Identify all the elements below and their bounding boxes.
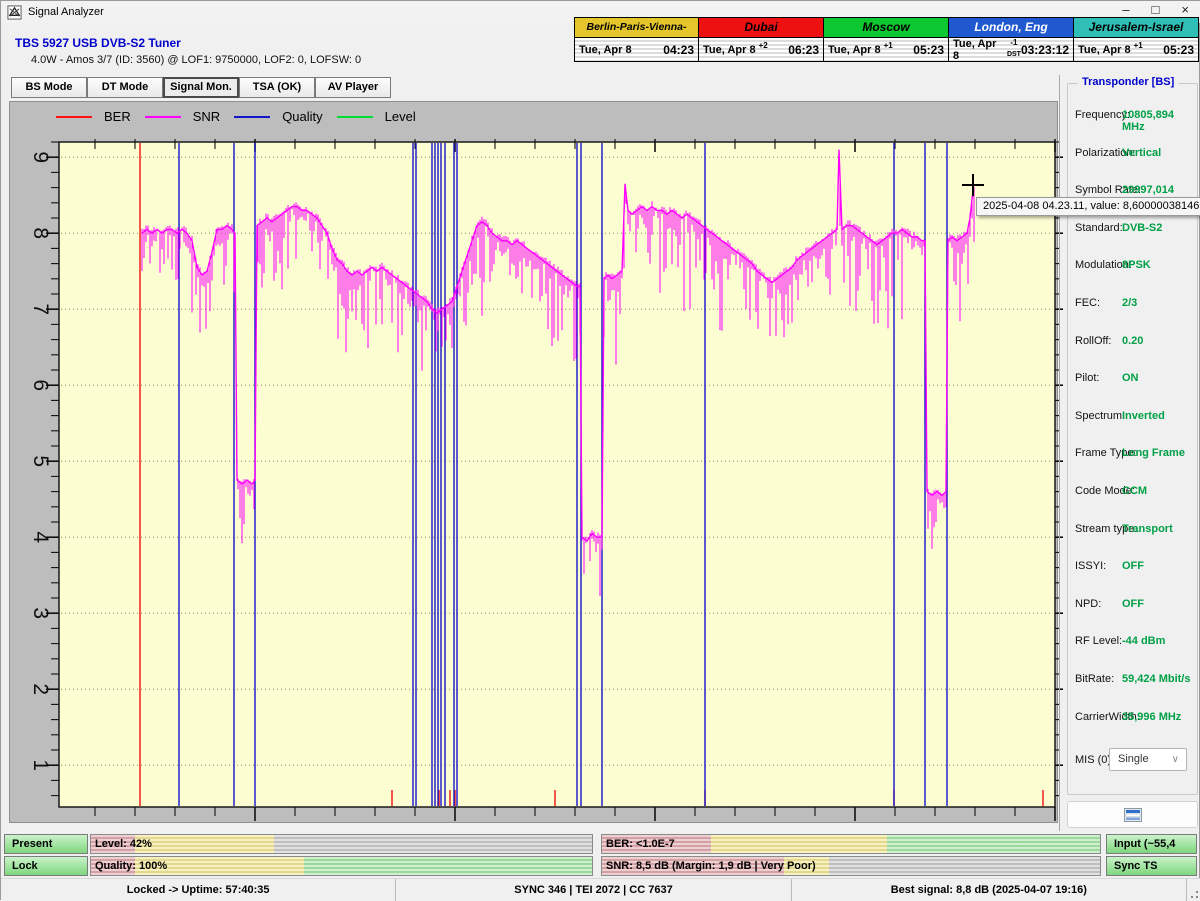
field-issyi: ISSYI:OFF bbox=[1068, 557, 1197, 595]
clock-city-label: Moscow bbox=[824, 18, 948, 38]
sync-status: SYNC 346 | TEI 2072 | CC 7637 bbox=[396, 879, 791, 901]
field-rolloff: RollOff:0.20 bbox=[1068, 332, 1197, 370]
transponder-title: Transponder [BS] bbox=[1078, 76, 1178, 88]
clock-time: 06:23 bbox=[788, 43, 819, 57]
snr-plot[interactable]: 123456789 bbox=[10, 102, 1059, 824]
best-signal-status: Best signal: 8,8 dB (2025-04-07 19:16) bbox=[792, 879, 1187, 901]
clock-date: Tue, Apr 8 bbox=[703, 44, 756, 56]
field-stream-type: Stream type:Transport bbox=[1068, 520, 1197, 558]
level-bar: Level: 42% bbox=[90, 834, 593, 854]
status-bar: Locked -> Uptime: 57:40:35 SYNC 346 | TE… bbox=[1, 878, 1200, 901]
panel-divider bbox=[1059, 75, 1060, 831]
mis-select[interactable]: Single ∨ bbox=[1109, 748, 1187, 771]
clock-city-label: Berlin-Paris-Vienna-Roma bbox=[575, 18, 698, 38]
tab-tsa[interactable]: TSA (OK) bbox=[239, 77, 315, 98]
field-polarization: Polarization:Vertical bbox=[1068, 144, 1197, 182]
quality-bar: Quality: 100% bbox=[90, 856, 593, 876]
clock-city-label: Dubai bbox=[699, 18, 823, 38]
clock-time: 05:23 bbox=[1163, 43, 1194, 57]
stream-list-icon bbox=[1124, 808, 1142, 822]
tuner-title: TBS 5927 USB DVB-S2 Tuner bbox=[15, 36, 181, 50]
tab-av-player[interactable]: AV Player bbox=[315, 77, 391, 98]
mis-row: MIS (0): Single ∨ bbox=[1068, 746, 1197, 776]
field-modulation: Modulation:8PSK bbox=[1068, 256, 1197, 294]
field-standard: Standard:DVB-S2 bbox=[1068, 219, 1197, 257]
lock-badge: Lock bbox=[4, 856, 88, 876]
clock-date: Tue, Apr 8 bbox=[953, 38, 1004, 62]
field-rf-level: RF Level:-44 dBm bbox=[1068, 632, 1197, 670]
stream-list-button[interactable] bbox=[1067, 801, 1198, 828]
clock-utc-offset: -1 bbox=[1010, 39, 1017, 46]
field-code-mode: Code Mode:CCM bbox=[1068, 482, 1197, 520]
field-fec: FEC:2/3 bbox=[1068, 294, 1197, 332]
clock-city-label: Jerusalem-Israel bbox=[1074, 18, 1198, 38]
clock-utc-offset: +1 bbox=[1134, 42, 1143, 49]
app-icon bbox=[7, 5, 22, 20]
field-npd: NPD:OFF bbox=[1068, 595, 1197, 633]
crosshair-cursor bbox=[972, 174, 974, 196]
tab-dt-mode[interactable]: DT Mode bbox=[87, 77, 163, 98]
tab-bs-mode[interactable]: BS Mode bbox=[11, 77, 87, 98]
clock-utc-offset: +2 bbox=[759, 42, 768, 49]
present-badge: Present bbox=[4, 834, 88, 854]
clock-time: 04:23 bbox=[663, 43, 694, 57]
chevron-down-icon: ∨ bbox=[1172, 749, 1179, 770]
signal-chart-panel: BER SNR Quality Level 123456789 bbox=[9, 101, 1058, 823]
monitor-row-1: Present Level: 42% BER: <1.0E-7 Input (~… bbox=[1, 834, 1200, 854]
clock-time: 05:23 bbox=[913, 43, 944, 57]
world-clocks: Berlin-Paris-Vienna-Roma Tue, Apr 8 04:2… bbox=[574, 17, 1199, 62]
value-tooltip: 2025-04-08 04.23.11, value: 8,6000003814… bbox=[976, 197, 1200, 216]
ber-bar: BER: <1.0E-7 bbox=[601, 834, 1101, 854]
clock-moscow: Moscow Tue, Apr 8 +1 05:23 bbox=[824, 17, 949, 62]
clock-london: London, Eng Tue, Apr 8 -1 DST 03:23:12 bbox=[949, 17, 1074, 62]
uptime-status: Locked -> Uptime: 57:40:35 bbox=[1, 879, 396, 901]
monitor-row-2: Lock Quality: 100% SNR: 8,5 dB (Margin: … bbox=[1, 856, 1200, 876]
field-frequency: Frequency:10805,894 MHz bbox=[1068, 106, 1197, 144]
sync-ts-badge: Sync TS bbox=[1106, 856, 1197, 876]
clock-utc-offset: +1 bbox=[884, 42, 893, 49]
window-title: Signal Analyzer bbox=[28, 6, 104, 18]
field-carrierwidth: CarrierWidth:35,996 MHz bbox=[1068, 708, 1197, 746]
clock-time: 03:23:12 bbox=[1021, 43, 1069, 57]
resize-grip[interactable] bbox=[1187, 879, 1200, 901]
tuner-subtitle: 4.0W - Amos 3/7 (ID: 3560) @ LOF1: 97500… bbox=[31, 54, 361, 66]
field-pilot: Pilot:ON bbox=[1068, 369, 1197, 407]
field-frame-type: Frame Type:Long Frame bbox=[1068, 444, 1197, 482]
clock-city-label: London, Eng bbox=[949, 18, 1073, 38]
field-bitrate: BitRate:59,424 Mbit/s bbox=[1068, 670, 1197, 708]
transponder-groupbox: Transponder [BS] Frequency:10805,894 MHz… bbox=[1067, 83, 1198, 795]
clock-dst-label: DST bbox=[1007, 51, 1021, 58]
clock-date: Tue, Apr 8 bbox=[1078, 44, 1131, 56]
clock-dubai: Dubai Tue, Apr 8 +2 06:23 bbox=[699, 17, 824, 62]
input-bitrate-badge: Input (~55,4 Mbps) bbox=[1106, 834, 1197, 854]
snr-bar: SNR: 8,5 dB (Margin: 1,9 dB | Very Poor) bbox=[601, 856, 1101, 876]
clock-jerusalem: Jerusalem-Israel Tue, Apr 8 +1 05:23 bbox=[1074, 17, 1199, 62]
mode-tabs: BS Mode DT Mode Signal Mon. TSA (OK) AV … bbox=[11, 77, 391, 98]
clock-date: Tue, Apr 8 bbox=[828, 44, 881, 56]
tab-signal-mon[interactable]: Signal Mon. bbox=[163, 77, 239, 98]
app-window: Signal Analyzer – □ × TBS 5927 USB DVB-S… bbox=[0, 0, 1200, 900]
clock-date: Tue, Apr 8 bbox=[579, 44, 632, 56]
field-spectrum: Spectrum:Inverted bbox=[1068, 407, 1197, 445]
clock-berlin: Berlin-Paris-Vienna-Roma Tue, Apr 8 04:2… bbox=[574, 17, 699, 62]
